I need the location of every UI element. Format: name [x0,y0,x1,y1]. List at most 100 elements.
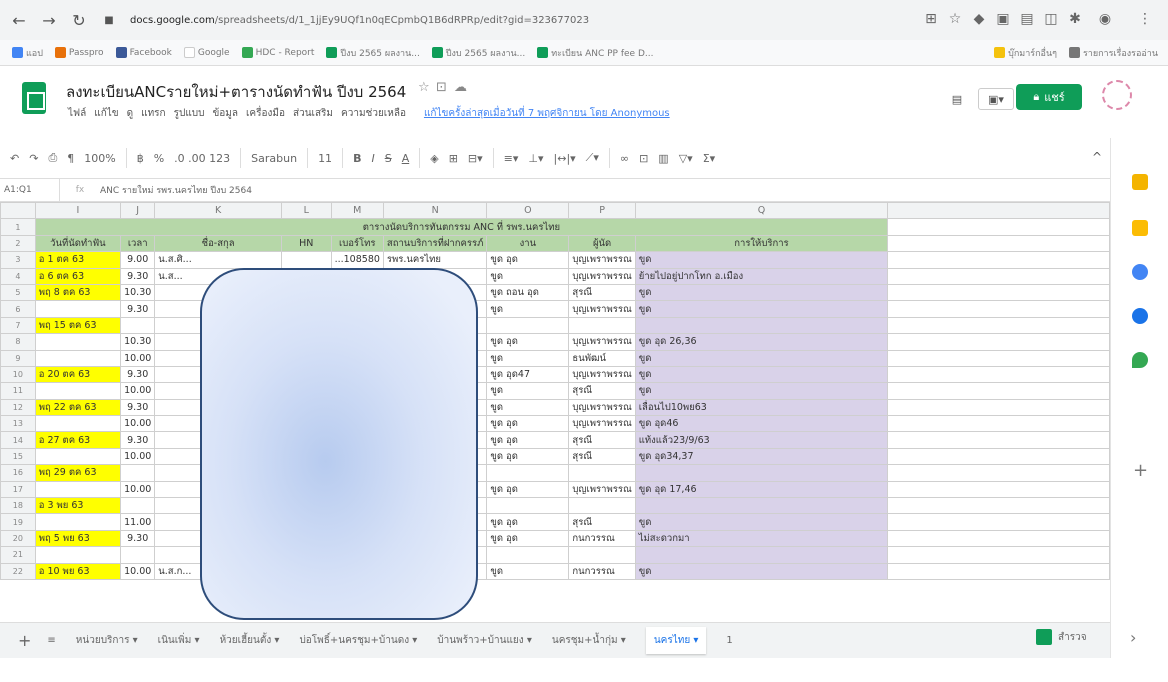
reading-list[interactable]: รายการเรื่องรออ่าน [1068,46,1158,60]
date-cell[interactable] [34,480,122,499]
date-cell[interactable]: อ 6 ตค 63 [34,267,122,285]
service-cell[interactable]: ขูด อุด 17,46 [634,480,889,499]
cell[interactable] [887,562,1110,580]
bookmark-folder[interactable]: บุ๊กมาร์กอื่นๆ [994,46,1057,60]
work-cell[interactable] [486,464,570,482]
puzzle-icon[interactable]: ✱ [1064,8,1086,30]
text-color-icon[interactable]: A [402,152,410,165]
column-header[interactable] [887,202,1110,220]
by-cell[interactable]: กนกวรรณ [568,562,636,580]
service-cell[interactable] [634,316,889,335]
time-cell[interactable]: 9.30 [120,365,156,384]
cell[interactable] [887,431,1110,449]
work-cell[interactable] [486,497,570,515]
time-cell[interactable]: 9.30 [120,300,156,318]
by-cell[interactable]: บุญเพราพรรณ [568,365,636,384]
chart-icon[interactable]: ▥ [658,152,668,165]
by-cell[interactable]: บุญเพราพรรณ [568,415,636,433]
sheet-tab[interactable]: บ้านพร้าว+บ้านแยง ▾ [437,633,532,648]
work-cell[interactable] [486,316,570,335]
name-box[interactable]: A1:Q1 [0,179,60,201]
cell[interactable] [887,382,1110,400]
row-number[interactable]: 19 [0,513,36,531]
row-number[interactable]: 7 [0,316,36,335]
service-cell[interactable]: แท้งแล้ว23/9/63 [634,431,889,449]
row-number[interactable]: 1 [0,218,36,236]
cell[interactable] [887,529,1110,548]
service-cell[interactable]: ไม่สะดวกมา [634,529,889,548]
row-number[interactable]: 11 [0,382,36,400]
undo-icon[interactable]: ↶ [10,152,19,165]
link-icon[interactable]: ∞ [620,152,629,165]
tasks-icon[interactable] [1132,220,1148,236]
time-cell[interactable]: 9.30 [120,529,156,548]
service-cell[interactable]: ขูด อุด 26,36 [634,333,889,351]
time-cell[interactable] [120,316,156,335]
work-cell[interactable]: ขูด ถอน อุด [486,283,570,302]
sheet-tab[interactable]: นครชุม+น้ำกุ่ม ▾ [552,633,626,648]
service-cell[interactable]: ขูด [634,349,889,367]
print-icon[interactable]: ⎙ [48,151,57,165]
service-cell[interactable] [634,464,889,482]
borders-icon[interactable]: ⊞ [449,152,458,165]
font-size-select[interactable]: 11 [318,152,332,165]
service-cell[interactable]: ขูด [634,251,889,269]
sheet-tab-active[interactable]: นครไทย ▾ [645,627,707,654]
filter-icon[interactable]: ▽▾ [679,152,693,165]
currency-button[interactable]: ฿ [137,152,144,165]
last-edit-link[interactable]: แก้ไขครั้งล่าสุดเมื่อวันที่ 7 พฤศจิกายน … [424,106,670,121]
by-cell[interactable]: สุรณี [568,283,636,302]
header-cell[interactable]: HN [280,234,332,253]
service-cell[interactable]: ขูด [634,365,889,384]
menu-help[interactable]: ความช่วยเหลือ [341,106,406,121]
spreadsheet-grid[interactable]: I J K L M N O P Q 1 ตารางนัดบริการทันตกร… [0,202,1110,622]
cell[interactable] [887,349,1110,367]
work-cell[interactable]: ขูด อุด [486,415,570,433]
column-header[interactable]: O [486,202,570,220]
time-cell[interactable]: 9.00 [120,251,156,269]
service-cell[interactable]: ขูด [634,513,889,531]
by-cell[interactable]: บุญเพราพรรณ [568,251,636,269]
extension-icon[interactable]: ◫ [1040,8,1062,30]
date-cell[interactable]: อ 27 ตค 63 [34,431,122,449]
date-cell[interactable] [34,447,122,466]
work-cell[interactable]: ขูด อุด [486,447,570,466]
extension-icon[interactable]: ▣ [992,8,1014,30]
row-number[interactable]: 14 [0,431,36,449]
cell[interactable] [887,365,1110,384]
header-cell[interactable]: วันที่นัดทำฟัน [34,234,122,253]
by-cell[interactable]: บุญเพราพรรณ [568,267,636,285]
cell[interactable] [887,464,1110,482]
time-cell[interactable] [120,497,156,515]
date-cell[interactable]: อ 1 ตค 63 [34,251,122,269]
cell[interactable] [887,251,1110,269]
cell[interactable] [887,283,1110,302]
service-cell[interactable]: ย้ายไปอยู่ปากโทก อ.เมือง [634,267,889,285]
banner-cell[interactable]: ตารางนัดบริการทันตกรรม ANC ที่ รพร.นครไท… [34,218,889,236]
reload-icon[interactable]: ↻ [68,9,90,31]
explore-button[interactable]: สำรวจ [1036,629,1087,645]
strikethrough-icon[interactable]: S [385,152,392,165]
keep-icon[interactable] [1132,174,1148,190]
formula-input[interactable]: ANC รายใหม่ รพร.นครไทย ปีงบ 2564 [100,183,252,197]
menu-insert[interactable]: แทรก [141,106,165,121]
expand-side-panel-icon[interactable]: › [1130,628,1136,647]
time-cell[interactable]: 11.00 [120,513,156,531]
service-cell[interactable]: ขูด [634,300,889,318]
time-cell[interactable]: 10.00 [120,382,156,400]
merge-icon[interactable]: ⊟▾ [468,152,483,165]
menu-view[interactable]: ดู [127,106,134,121]
menu-data[interactable]: ข้อมูล [212,106,238,121]
percent-button[interactable]: % [154,152,164,165]
header-cell[interactable]: งาน [486,234,570,253]
row-number[interactable]: 10 [0,365,36,384]
time-cell[interactable]: 10.30 [120,283,156,302]
work-cell[interactable]: ขูด [486,349,570,367]
cell[interactable] [887,480,1110,499]
work-cell[interactable]: ขูด [486,300,570,318]
wrap-icon[interactable]: |↔|▾ [554,152,576,165]
date-cell[interactable]: พฤ 29 ตค 63 [34,464,122,482]
time-cell[interactable]: 10.00 [120,447,156,466]
by-cell[interactable] [568,497,636,515]
by-cell[interactable]: สุรณี [568,447,636,466]
